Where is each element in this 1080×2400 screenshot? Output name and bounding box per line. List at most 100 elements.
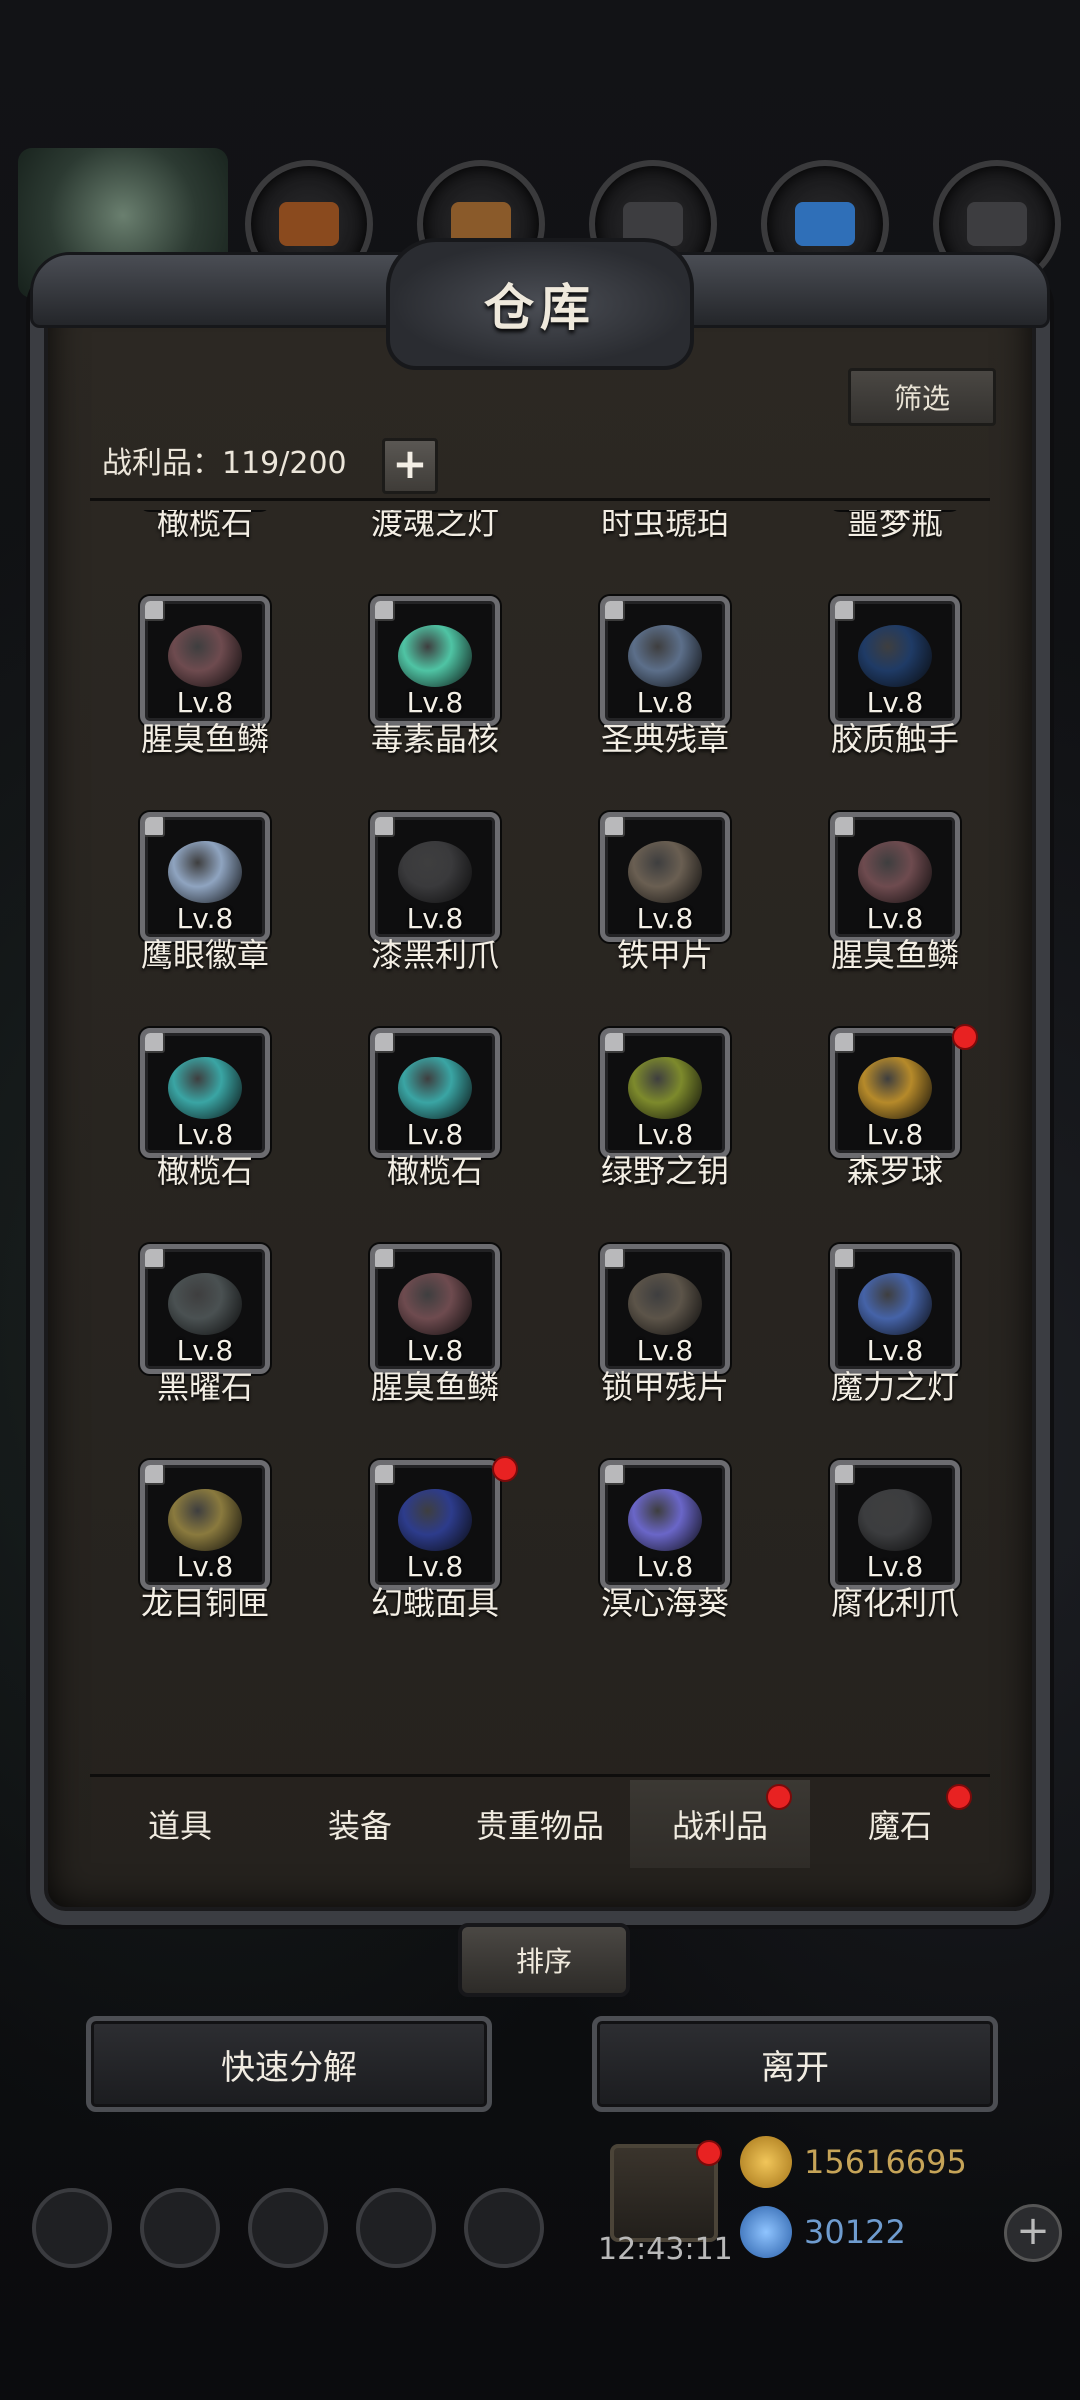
quick-decompose-button[interactable]: 快速分解 (86, 2016, 492, 2112)
item-icon (628, 625, 702, 688)
tab-label: 战利品 (671, 1807, 768, 1845)
item-cell[interactable]: Lv.8 胶质触手 (780, 596, 1010, 768)
item-icon (398, 625, 472, 688)
tab-label: 魔石 (867, 1807, 932, 1845)
item-cell[interactable]: Lv.8渡魂之灯 (320, 510, 550, 552)
item-slot[interactable]: Lv.8 (370, 812, 500, 942)
item-slot[interactable]: Lv.8 (370, 1028, 500, 1158)
item-cell[interactable]: Lv.8噩梦瓶 (780, 510, 1010, 552)
tab-1[interactable]: 装备 (270, 1780, 450, 1868)
star-icon[interactable] (140, 2188, 220, 2268)
item-slot[interactable]: Lv.8 (600, 1460, 730, 1590)
category-tabs: 道具 装备 贵重物品 战利品 魔石 (90, 1780, 990, 1868)
item-name: 溟心海葵 (600, 1584, 729, 1622)
lock-icon (835, 1465, 855, 1485)
bottom-menu (32, 2188, 544, 2268)
sort-button[interactable]: 排序 (458, 1923, 630, 1997)
tab-3[interactable]: 战利品 (630, 1780, 810, 1868)
item-cell[interactable]: Lv.8 魔力之灯 (780, 1244, 1010, 1416)
item-cell[interactable]: Lv.8 腥臭鱼鳞 (780, 812, 1010, 984)
item-slot[interactable]: Lv.8 (830, 1460, 960, 1590)
shield-icon[interactable] (248, 2188, 328, 2268)
lock-icon (145, 1033, 165, 1053)
item-name: 腥臭鱼鳞 (140, 720, 269, 758)
item-cell[interactable]: Lv.8 腐化利爪 (780, 1460, 1010, 1632)
item-slot[interactable]: Lv.8 (600, 1244, 730, 1374)
item-icon (168, 1273, 242, 1336)
item-name: 圣典残章 (600, 720, 729, 758)
item-slot[interactable]: Lv.8 (140, 596, 270, 726)
lock-icon (605, 1249, 625, 1269)
item-name: 漆黑利爪 (370, 936, 499, 974)
top-divider (90, 498, 990, 501)
lock-icon (835, 601, 855, 621)
item-cell[interactable]: Lv.8 黑曜石 (90, 1244, 320, 1416)
lock-icon (605, 817, 625, 837)
item-cell[interactable]: Lv.8 鹰眼徽章 (90, 812, 320, 984)
mail-icon[interactable] (356, 2188, 436, 2268)
gold-coin-icon (740, 2136, 792, 2188)
item-slot[interactable]: Lv.8 (140, 1244, 270, 1374)
item-cell[interactable]: Lv.8橄榄石 (90, 510, 320, 552)
item-slot[interactable]: Lv.8 (830, 812, 960, 942)
tab-4[interactable]: 魔石 (810, 1780, 990, 1868)
settings-icon[interactable] (32, 2188, 112, 2268)
item-cell[interactable]: Lv.8 幻蛾面具 (320, 1456, 550, 1632)
new-item-dot (952, 1024, 978, 1050)
bottom-divider (90, 1774, 990, 1777)
lock-icon (375, 601, 395, 621)
gift-timer: 12:43:11 (598, 2232, 733, 2267)
add-currency-button[interactable]: + (1004, 2204, 1062, 2262)
item-cell[interactable]: Lv.8 圣典残章 (550, 596, 780, 768)
gift-box-icon[interactable] (610, 2140, 722, 2242)
lock-icon (375, 817, 395, 837)
item-name: 魔力之灯 (830, 1368, 959, 1406)
filter-button[interactable]: 筛选 (848, 368, 996, 426)
item-name: 绿野之钥 (600, 1152, 729, 1190)
item-name: 幻蛾面具 (370, 1584, 499, 1622)
item-cell[interactable]: Lv.8 腥臭鱼鳞 (90, 596, 320, 768)
item-cell[interactable]: Lv.8时虫琥珀 (550, 510, 780, 552)
expand-capacity-button[interactable]: + (382, 438, 438, 494)
item-slot[interactable]: Lv.8 (370, 596, 500, 726)
item-icon (628, 1273, 702, 1336)
item-slot[interactable]: Lv.8 (140, 1460, 270, 1590)
item-icon (398, 1273, 472, 1336)
leave-button[interactable]: 离开 (592, 2016, 998, 2112)
item-cell[interactable]: Lv.8 漆黑利爪 (320, 812, 550, 984)
gold-amount: 15616695 (804, 2143, 967, 2181)
item-cell[interactable]: Lv.8橄榄石 (90, 1028, 320, 1200)
item-cell[interactable]: Lv.8 铁甲片 (550, 812, 780, 984)
item-slot[interactable]: Lv.8 (140, 1028, 270, 1158)
item-slot[interactable]: Lv.8 (600, 1028, 730, 1158)
item-cell[interactable]: Lv.8 腥臭鱼鳞 (320, 1244, 550, 1416)
item-cell[interactable]: Lv.8 溟心海葵 (550, 1460, 780, 1632)
item-slot[interactable]: Lv.8 (600, 812, 730, 942)
item-cell[interactable]: Lv.8 锁甲残片 (550, 1244, 780, 1416)
cube-icon[interactable] (464, 2188, 544, 2268)
item-slot[interactable]: Lv.8 (830, 596, 960, 726)
tab-0[interactable]: 道具 (90, 1780, 270, 1868)
tab-notification-dot (766, 1784, 792, 1810)
item-slot[interactable]: Lv.8 (370, 1460, 500, 1590)
item-cell[interactable]: Lv.8橄榄石 (320, 1028, 550, 1200)
lock-icon (145, 1465, 165, 1485)
item-icon (168, 1057, 242, 1120)
tab-2[interactable]: 贵重物品 (450, 1780, 630, 1868)
item-cell[interactable]: Lv.8 龙目铜匣 (90, 1460, 320, 1632)
item-slot[interactable]: Lv.8 (830, 1244, 960, 1374)
lock-icon (375, 1033, 395, 1053)
lock-icon (605, 1465, 625, 1485)
item-slot[interactable]: Lv.8 (600, 596, 730, 726)
item-name: 龙目铜匣 (140, 1584, 269, 1622)
item-cell[interactable]: Lv.8 毒素晶核 (320, 596, 550, 768)
item-slot[interactable]: Lv.8 (370, 1244, 500, 1374)
item-slot[interactable]: Lv.8 (830, 1028, 960, 1158)
item-name: 橄榄石 (386, 1152, 483, 1190)
item-cell[interactable]: Lv.8 绿野之钥 (550, 1028, 780, 1200)
item-icon (628, 841, 702, 904)
item-grid[interactable]: Lv.8橄榄石Lv.8渡魂之灯Lv.8时虫琥珀Lv.8噩梦瓶Lv.8腥臭鱼鳞Lv… (90, 510, 1010, 1772)
item-cell[interactable]: Lv.8 森罗球 (780, 1024, 1010, 1200)
item-name: 腐化利爪 (830, 1584, 959, 1622)
item-slot[interactable]: Lv.8 (140, 812, 270, 942)
